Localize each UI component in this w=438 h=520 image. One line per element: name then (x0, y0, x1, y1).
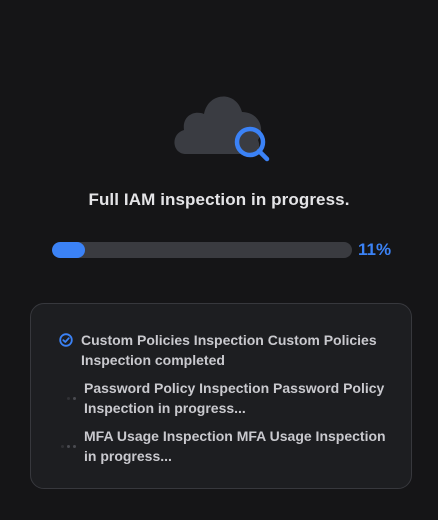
inspection-status-title: Full IAM inspection in progress. (88, 190, 350, 209)
inspection-progress: 11% (52, 240, 402, 260)
loading-dots-icon (67, 388, 76, 408)
progress-percentage: 11% (358, 240, 392, 259)
inspection-steps-panel: Custom Policies Inspection Custom Polici… (30, 303, 412, 489)
step-text: Password Policy Inspection Password Poli… (84, 380, 385, 416)
progress-fill (52, 242, 85, 258)
check-circle-icon (59, 333, 73, 347)
step-item-mfa-usage: MFA Usage Inspection MFA Usage Inspectio… (61, 426, 387, 466)
loading-dots-icon (61, 436, 76, 456)
progress-track (52, 242, 352, 258)
cloud-search-icon (170, 84, 272, 164)
step-text: Custom Policies Inspection Custom Polici… (81, 332, 377, 368)
step-text: MFA Usage Inspection MFA Usage Inspectio… (84, 428, 386, 464)
step-item-custom-policies: Custom Policies Inspection Custom Polici… (59, 330, 379, 370)
step-item-password-policy: Password Policy Inspection Password Poli… (67, 378, 387, 418)
